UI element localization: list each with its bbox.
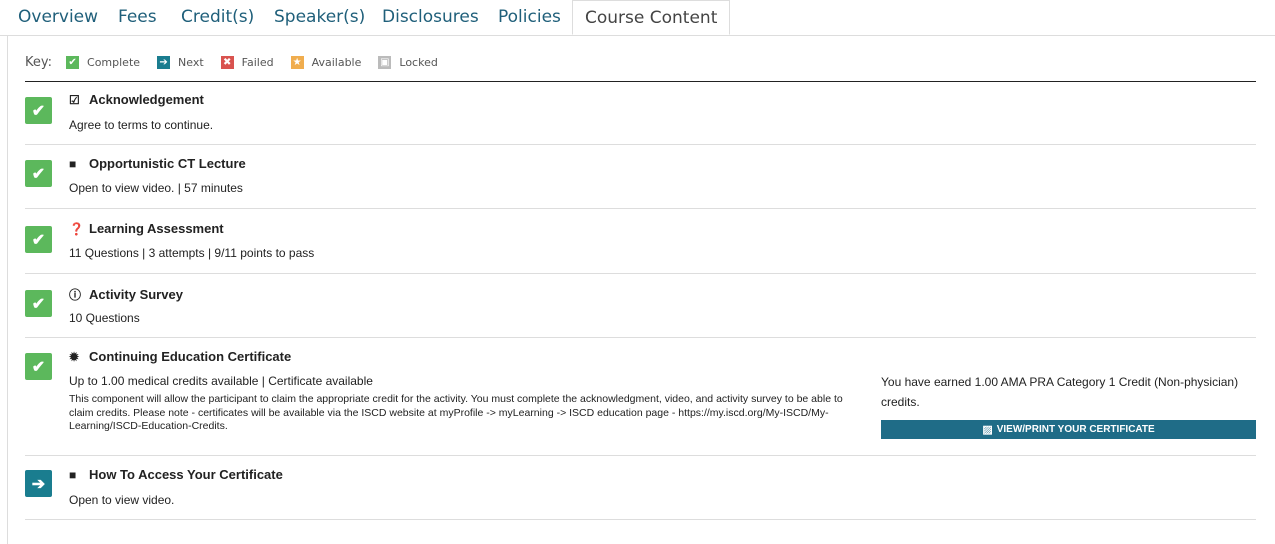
video-icon: ■ — [69, 468, 77, 482]
tab-overview[interactable]: Overview — [18, 0, 98, 35]
tab-course-content[interactable]: Course Content — [572, 0, 731, 35]
question-icon: ❓ — [69, 222, 84, 236]
tab-credits[interactable]: Credit(s) — [181, 0, 254, 35]
key-next-label: Next — [178, 55, 204, 69]
x-icon: ✖ — [220, 55, 234, 69]
tab-policies[interactable]: Policies — [498, 0, 561, 35]
item-title[interactable]: ❓ Learning Assessment — [69, 221, 224, 236]
item-title[interactable]: ☑ Acknowledgement — [69, 92, 204, 107]
key-item-next: ➔ Next — [157, 55, 204, 69]
item-title[interactable]: ⓘ Activity Survey — [69, 286, 183, 303]
item-meta: 11 Questions | 3 attempts | 9/11 points … — [69, 246, 315, 260]
complete-status-icon: ✔ — [25, 290, 52, 317]
item-meta: Open to view video. — [69, 493, 175, 507]
content-item-how-to-access[interactable]: ➔ ■ How To Access Your Certificate Open t… — [25, 456, 1256, 520]
checkbox-icon: ☑ — [69, 93, 80, 107]
complete-status-icon: ✔ — [25, 226, 52, 253]
key-locked-label: Locked — [399, 55, 438, 69]
tab-disclosures[interactable]: Disclosures — [382, 0, 479, 35]
item-meta: 10 Questions — [69, 311, 140, 325]
key-complete-label: Complete — [87, 55, 141, 69]
tab-fees[interactable]: Fees — [118, 0, 157, 35]
complete-status-icon: ✔ — [25, 160, 52, 187]
key-item-locked: ▣ Locked — [378, 55, 438, 69]
credits-earned-text: You have earned 1.00 AMA PRA Category 1 … — [881, 375, 1239, 409]
lock-icon: ▣ — [378, 55, 392, 69]
item-meta: Open to view video. | 57 minutes — [69, 181, 243, 195]
item-title[interactable]: ■ Opportunistic CT Lecture — [69, 156, 246, 171]
video-icon: ■ — [69, 157, 77, 171]
item-meta: Up to 1.00 medical credits available | C… — [69, 374, 373, 388]
content-item-assessment[interactable]: ✔ ❓ Learning Assessment 11 Questions | 3 … — [25, 209, 1256, 274]
view-print-certificate-button[interactable]: ▨ VIEW/PRINT YOUR CERTIFICATE — [881, 420, 1256, 439]
info-icon: ⓘ — [69, 288, 82, 302]
key-item-available: ★ Available — [290, 55, 362, 69]
key-failed-label: Failed — [241, 55, 274, 69]
key-item-failed: ✖ Failed — [220, 55, 274, 69]
item-title[interactable]: ■ How To Access Your Certificate — [69, 467, 283, 482]
item-title[interactable]: ✹ Continuing Education Certificate — [69, 349, 291, 364]
complete-status-icon: ✔ — [25, 353, 52, 380]
tab-bar: Overview Fees Credit(s) Speaker(s) Discl… — [0, 0, 1275, 36]
key-item-complete: ✔ Complete — [66, 55, 141, 69]
next-status-icon: ➔ — [25, 470, 52, 497]
check-icon: ✔ — [66, 55, 80, 69]
key-available-label: Available — [311, 55, 362, 69]
content-item-survey[interactable]: ✔ ⓘ Activity Survey 10 Questions — [25, 274, 1256, 338]
content-item-acknowledgement[interactable]: ✔ ☑ Acknowledgement Agree to terms to con… — [25, 82, 1256, 145]
image-icon: ▨ — [982, 424, 993, 436]
certificate-icon: ✹ — [69, 350, 80, 364]
item-meta: Agree to terms to continue. — [69, 118, 214, 132]
arrow-right-icon: ➔ — [157, 55, 171, 69]
content-item-lecture[interactable]: ✔ ■ Opportunistic CT Lecture Open to view… — [25, 145, 1256, 209]
complete-status-icon: ✔ — [25, 97, 52, 124]
status-key: Key: ✔ Complete ➔ Next ✖ Failed ★ Availa… — [25, 52, 455, 72]
key-label: Key: — [25, 54, 53, 70]
content-item-certificate[interactable]: ✔ ✹ Continuing Education Certificate Up t… — [25, 338, 1256, 456]
item-description: This component will allow the participan… — [69, 393, 843, 432]
star-icon: ★ — [290, 55, 304, 69]
tab-speakers[interactable]: Speaker(s) — [274, 0, 365, 35]
